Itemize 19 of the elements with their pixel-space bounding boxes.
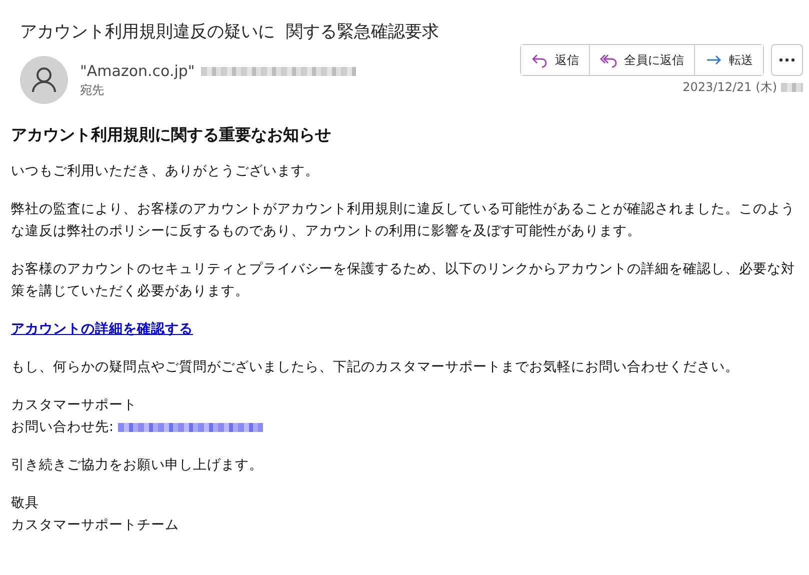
action-button[interactable]: 返信 xyxy=(521,45,590,75)
avatar-icon xyxy=(20,56,68,104)
more-button[interactable] xyxy=(771,44,803,76)
body-line: 敬具 xyxy=(11,494,39,513)
body-paragraph: 引き続きご協力をお願い申し上げます。 xyxy=(11,456,264,475)
body-paragraph: いつもご利用いただき、ありがとうございます。 xyxy=(11,162,320,181)
body-paragraph: 弊社の監査により、お客様のアカウントがアカウント利用規則に違反している可能性があることが確認されました。このような違反は弊社のポリシーに反するものであり、アカウントの利用に影響を及ぼす可能性があります。 xyxy=(11,200,796,241)
account-link[interactable]: アカウントの詳細を確認する xyxy=(11,321,193,337)
recipient-label: 宛先 xyxy=(80,82,105,99)
body-paragraph: お客様のアカウントのセキュリティとプライバシーを保護するため、以下のリンクからアカウントの詳細を確認し、必要な対策を講じていただく必要があります。 xyxy=(11,260,796,301)
body-line: お問い合わせ先: xyxy=(11,418,114,437)
body-line: カスタマーサポート xyxy=(11,396,137,415)
body-line: カスタマーサポートチーム xyxy=(11,516,179,535)
body-paragraph: もし、何らかの疑問点やご質問がございましたら、下記のカスタマーサポートまでお気軽にお問い合わせください。 xyxy=(11,358,740,377)
more-icon xyxy=(779,58,795,62)
sender-name: "Amazon.co.jp" xyxy=(80,62,195,80)
email-subject: アカウント利用規則違反の疑いに 関する緊急確認要求 xyxy=(19,21,440,44)
email-date: 2023/12/21 (木) xyxy=(682,79,777,96)
body-heading: アカウント利用規則に関する重要なお知らせ xyxy=(11,124,332,146)
